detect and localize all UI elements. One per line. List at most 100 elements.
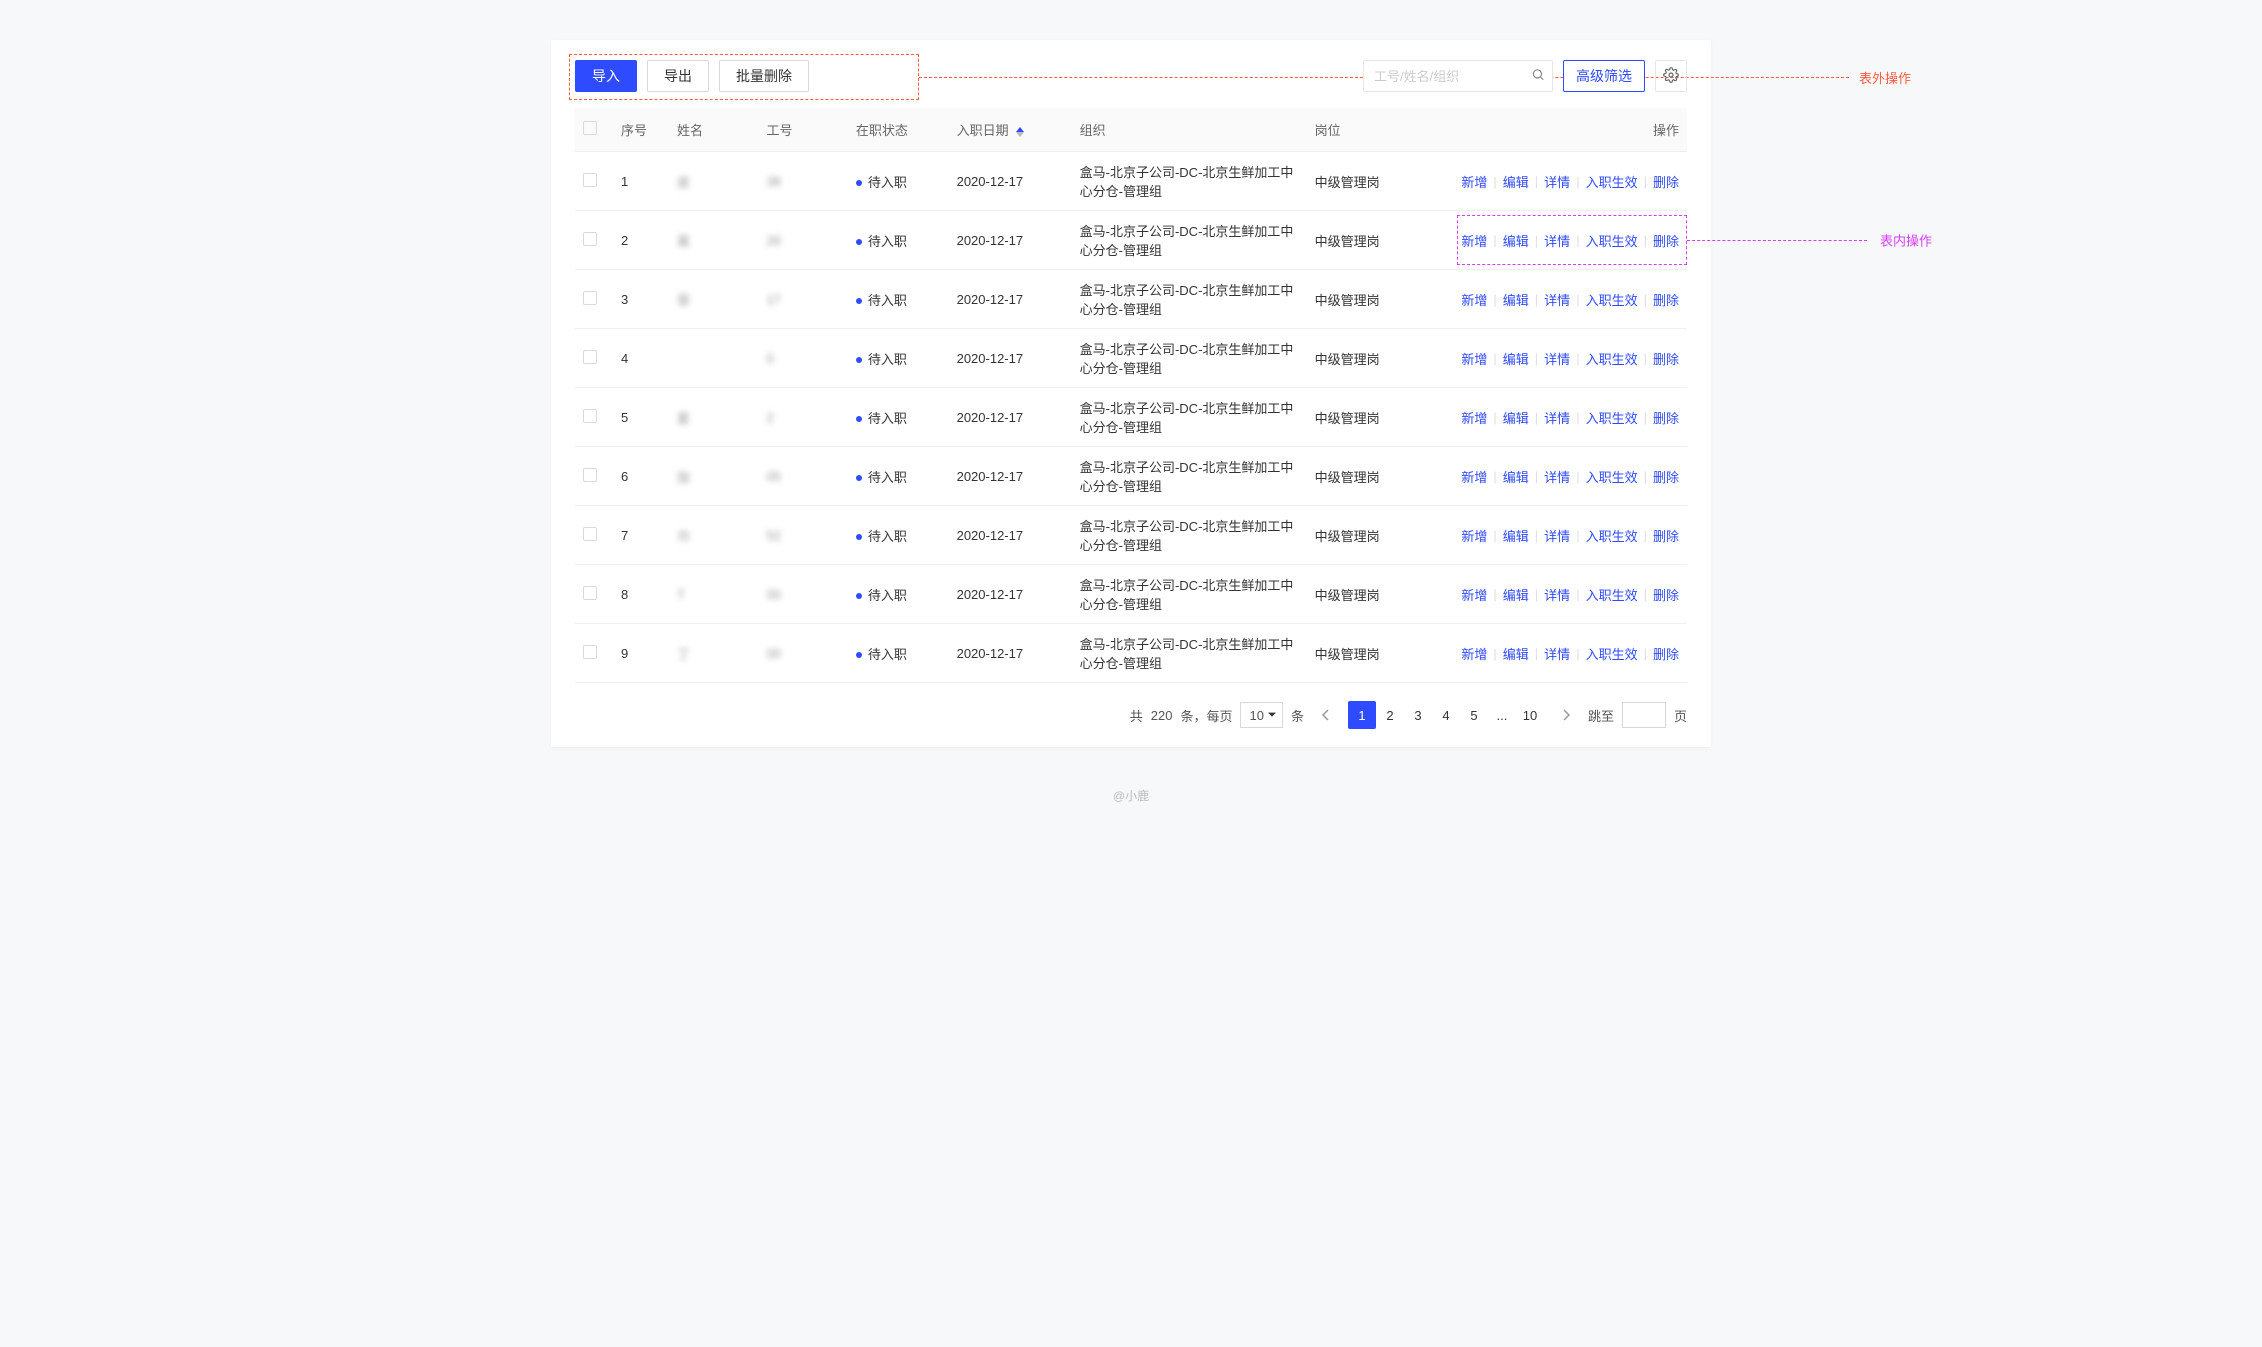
page-jump-input[interactable]: [1622, 702, 1666, 728]
settings-button[interactable]: [1655, 60, 1687, 92]
cell-org: 盒马-北京子公司-DC-北京生鲜加工中心分仓-管理组: [1072, 447, 1307, 506]
row-action-link[interactable]: 新增: [1461, 644, 1487, 663]
page-number[interactable]: 3: [1404, 701, 1432, 729]
cell-name: 菲: [669, 270, 758, 329]
divider: |: [1644, 174, 1647, 189]
row-action-link[interactable]: 详情: [1544, 349, 1570, 368]
row-action-link[interactable]: 编辑: [1503, 585, 1529, 604]
row-checkbox[interactable]: [583, 173, 597, 187]
row-actions: 新增|编辑|详情|入职生效|删除: [1449, 408, 1679, 427]
row-action-link[interactable]: 新增: [1461, 408, 1487, 427]
row-action-link[interactable]: 详情: [1544, 467, 1570, 486]
row-action-link[interactable]: 编辑: [1503, 172, 1529, 191]
cell-empid: 2: [758, 388, 847, 447]
export-button[interactable]: 导出: [647, 60, 709, 92]
row-action-link[interactable]: 新增: [1461, 526, 1487, 545]
row-action-link[interactable]: 删除: [1653, 290, 1679, 309]
sort-icon[interactable]: [1016, 127, 1024, 137]
page-number[interactable]: 5: [1460, 701, 1488, 729]
row-action-link[interactable]: 编辑: [1503, 231, 1529, 250]
search-icon[interactable]: [1531, 68, 1545, 85]
row-action-link[interactable]: 删除: [1653, 231, 1679, 250]
row-action-link[interactable]: 入职生效: [1586, 467, 1638, 486]
row-action-link[interactable]: 删除: [1653, 408, 1679, 427]
row-action-link[interactable]: 删除: [1653, 526, 1679, 545]
row-action-link[interactable]: 入职生效: [1586, 644, 1638, 663]
page-next[interactable]: [1552, 701, 1580, 729]
row-action-link[interactable]: 入职生效: [1586, 231, 1638, 250]
status-dot-icon: [856, 239, 862, 245]
row-checkbox[interactable]: [583, 586, 597, 600]
cell-position: 中级管理岗: [1307, 270, 1441, 329]
row-checkbox[interactable]: [583, 409, 597, 423]
page-number[interactable]: 1: [1348, 701, 1376, 729]
row-checkbox[interactable]: [583, 645, 597, 659]
page-prev[interactable]: [1312, 701, 1340, 729]
cell-position: 中级管理岗: [1307, 388, 1441, 447]
row-action-link[interactable]: 删除: [1653, 467, 1679, 486]
row-action-link[interactable]: 编辑: [1503, 644, 1529, 663]
row-action-link[interactable]: 入职生效: [1586, 585, 1638, 604]
status-dot-icon: [856, 180, 862, 186]
cell-date: 2020-12-17: [949, 329, 1072, 388]
row-checkbox[interactable]: [583, 527, 597, 541]
row-action-link[interactable]: 入职生效: [1586, 290, 1638, 309]
row-action-link[interactable]: 删除: [1653, 644, 1679, 663]
row-action-link[interactable]: 详情: [1544, 585, 1570, 604]
row-action-link[interactable]: 入职生效: [1586, 408, 1638, 427]
row-action-link[interactable]: 详情: [1544, 526, 1570, 545]
row-action-link[interactable]: 新增: [1461, 585, 1487, 604]
divider: |: [1644, 292, 1647, 307]
row-action-link[interactable]: 编辑: [1503, 349, 1529, 368]
cell-org: 盒马-北京子公司-DC-北京生鲜加工中心分仓-管理组: [1072, 565, 1307, 624]
row-action-link[interactable]: 新增: [1461, 467, 1487, 486]
row-action-link[interactable]: 入职生效: [1586, 172, 1638, 191]
search-input[interactable]: [1363, 60, 1553, 92]
advanced-filter-button[interactable]: 高级筛选: [1563, 60, 1645, 92]
row-action-link[interactable]: 删除: [1653, 172, 1679, 191]
row-action-link[interactable]: 编辑: [1503, 408, 1529, 427]
row-checkbox[interactable]: [583, 291, 597, 305]
page-number[interactable]: 4: [1432, 701, 1460, 729]
divider: |: [1576, 174, 1579, 189]
row-action-link[interactable]: 详情: [1544, 172, 1570, 191]
col-header-joindate[interactable]: 入职日期: [949, 108, 1072, 152]
row-action-link[interactable]: 删除: [1653, 349, 1679, 368]
row-action-link[interactable]: 入职生效: [1586, 349, 1638, 368]
row-action-link[interactable]: 新增: [1461, 231, 1487, 250]
page-number[interactable]: 10: [1516, 701, 1544, 729]
page-size-select[interactable]: 10: [1240, 702, 1282, 728]
toolbar: 导入 导出 批量删除 高级筛选: [551, 40, 1711, 108]
cell-date: 2020-12-17: [949, 506, 1072, 565]
row-action-link[interactable]: 新增: [1461, 290, 1487, 309]
row-action-link[interactable]: 编辑: [1503, 526, 1529, 545]
divider: |: [1576, 646, 1579, 661]
cell-idx: 5: [613, 388, 669, 447]
row-action-link[interactable]: 编辑: [1503, 290, 1529, 309]
row-actions: 新增|编辑|详情|入职生效|删除: [1449, 172, 1679, 191]
divider: |: [1576, 233, 1579, 248]
row-action-link[interactable]: 详情: [1544, 290, 1570, 309]
row-action-link[interactable]: 详情: [1544, 408, 1570, 427]
row-checkbox[interactable]: [583, 232, 597, 246]
row-action-link[interactable]: 入职生效: [1586, 526, 1638, 545]
row-action-link[interactable]: 详情: [1544, 644, 1570, 663]
select-all-checkbox[interactable]: [583, 121, 597, 135]
row-checkbox[interactable]: [583, 350, 597, 364]
cell-name: 丁: [669, 624, 758, 683]
row-action-link[interactable]: 编辑: [1503, 467, 1529, 486]
bulk-delete-button[interactable]: 批量删除: [719, 60, 809, 92]
table-row: 5 星 2 待入职 2020-12-17 盒马-北京子公司-DC-北京生鲜加工中…: [575, 388, 1687, 447]
row-action-link[interactable]: 新增: [1461, 349, 1487, 368]
page-number[interactable]: 2: [1376, 701, 1404, 729]
cell-org: 盒马-北京子公司-DC-北京生鲜加工中心分仓-管理组: [1072, 624, 1307, 683]
divider: |: [1576, 292, 1579, 307]
row-checkbox[interactable]: [583, 468, 597, 482]
row-action-link[interactable]: 新增: [1461, 172, 1487, 191]
row-action-link[interactable]: 详情: [1544, 231, 1570, 250]
cell-status: 待入职: [848, 388, 949, 447]
import-button[interactable]: 导入: [575, 60, 637, 92]
row-action-link[interactable]: 删除: [1653, 585, 1679, 604]
cell-empid: 38: [758, 152, 847, 211]
inner-annotation-line: [1687, 240, 1867, 241]
